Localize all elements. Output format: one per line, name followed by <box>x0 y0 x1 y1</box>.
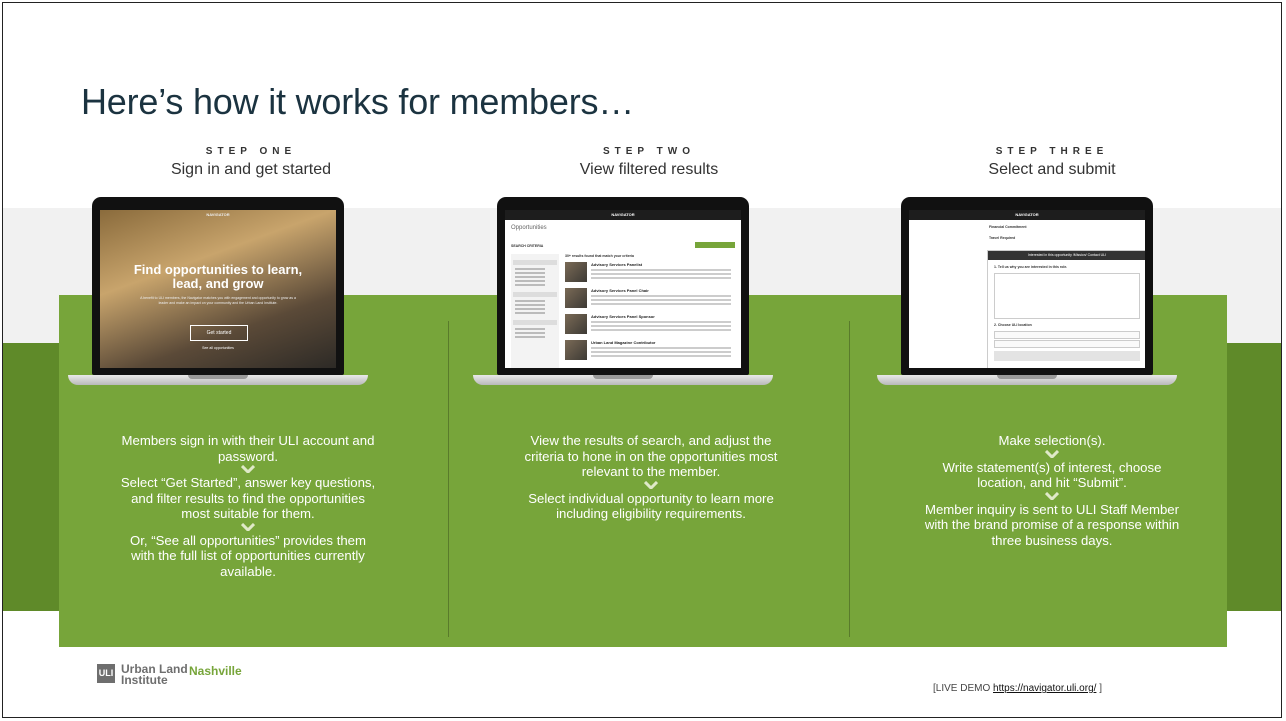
get-started-button: Get started <box>190 325 248 341</box>
result-item: Advisory Services Panel Sponsor <box>565 314 735 336</box>
screen-nav: NAVIGATOR <box>505 210 741 220</box>
result-title: Advisory Services Panel Chair <box>591 288 649 293</box>
description-paragraph: Select “Get Started”, answer key questio… <box>120 475 376 521</box>
logo-mark: ULI <box>97 664 115 683</box>
screen-nav: NAVIGATOR <box>909 210 1145 220</box>
live-demo-note: [LIVE DEMO https://navigator.uli.org/ ] <box>933 683 1102 694</box>
results-screenshot: NAVIGATOR Opportunities SEARCH CRITERIA … <box>505 210 741 368</box>
slide-frame: Here’s how it works for members… STEP ON… <box>2 2 1282 718</box>
screen-field-label: Travel Required <box>989 236 1016 240</box>
contact-modal: Interested in this opportunity /Mission/… <box>987 250 1145 368</box>
laptop-notch <box>188 375 248 379</box>
result-thumbnail <box>565 340 587 360</box>
description-paragraph: Make selection(s). <box>998 433 1106 448</box>
description-paragraph: Write statement(s) of interest, choose l… <box>942 459 1162 491</box>
description-paragraph: Or, “See all opportunities” provides the… <box>129 532 367 579</box>
screen-nav: NAVIGATOR <box>206 212 230 217</box>
chevron-down-icon <box>241 465 255 473</box>
modal-question-2: 2. Choose ULI location <box>994 323 1032 327</box>
screen-results-title: 30+ results found that match your criter… <box>565 254 634 258</box>
step-three-description: Make selection(s). Write statement(s) of… <box>922 433 1182 548</box>
column-divider <box>849 321 850 637</box>
modal-title: Interested in this opportunity /Mission/… <box>988 251 1145 260</box>
see-all-link: See all opportunities <box>202 346 234 350</box>
result-thumbnail <box>565 314 587 334</box>
demo-prefix: [LIVE DEMO <box>933 683 994 694</box>
step-three-header: STEP THREE Select and submit <box>902 146 1202 179</box>
screen-search-criteria: SEARCH CRITERIA <box>511 244 544 248</box>
step-subtitle: Select and submit <box>988 161 1116 178</box>
modal-textarea <box>994 273 1140 319</box>
step-two-header: STEP TWO View filtered results <box>499 146 799 179</box>
laptop-step-one: NAVIGATOR Find opportunities to learn, l… <box>68 197 368 397</box>
description-paragraph: Select individual opportunity to learn m… <box>528 490 774 522</box>
step-one-description: Members sign in with their ULI account a… <box>118 433 378 579</box>
screen-field-label: Financial Commitment <box>989 225 1027 229</box>
result-title: Advisory Services Panel Sponsor <box>591 314 655 319</box>
demo-suffix: ] <box>1096 683 1102 694</box>
modal-select <box>994 340 1140 348</box>
step-two-description: View the results of search, and adjust t… <box>521 433 781 522</box>
chevron-down-icon <box>1045 491 1059 500</box>
step-label: STEP ONE <box>205 146 297 157</box>
column-divider <box>448 321 449 637</box>
description-paragraph: Members sign in with their ULI account a… <box>121 433 375 464</box>
screen-search-button <box>695 242 735 248</box>
step-label: STEP THREE <box>995 146 1109 157</box>
chevron-down-icon <box>1045 449 1059 458</box>
navigator-link[interactable]: https://navigator.uli.org/ <box>993 683 1096 694</box>
description-paragraph: Member inquiry is sent to ULI Staff Memb… <box>924 501 1180 548</box>
slide-title: Here’s how it works for members… <box>81 81 635 122</box>
result-title: Urban Land Magazine Contributor <box>591 340 656 345</box>
laptop-step-two: NAVIGATOR Opportunities SEARCH CRITERIA … <box>473 197 773 397</box>
screen-filter-sidebar <box>511 254 559 368</box>
signin-screenshot: NAVIGATOR Find opportunities to learn, l… <box>100 210 336 368</box>
screen-body: A benefit to ULI members, the Navigator … <box>140 296 296 305</box>
step-subtitle: Sign in and get started <box>170 161 332 178</box>
logo-nashville: Nashville <box>189 664 242 678</box>
result-thumbnail <box>565 288 587 308</box>
result-item: Advisory Services Panel Chair <box>565 288 735 310</box>
laptop-notch <box>593 375 653 379</box>
description-paragraph: View the results of search, and adjust t… <box>524 433 778 479</box>
laptop-lid: NAVIGATOR Financial Commitment Travel Re… <box>901 197 1153 375</box>
laptop-step-three: NAVIGATOR Financial Commitment Travel Re… <box>877 197 1177 397</box>
result-item: Advisory Services Panelist <box>565 262 735 284</box>
modal-select <box>994 331 1140 339</box>
result-item: Urban Land Magazine Contributor <box>565 340 735 362</box>
result-title: Advisory Services Panelist <box>591 262 643 267</box>
submit-screenshot: NAVIGATOR Financial Commitment Travel Re… <box>909 210 1145 368</box>
laptop-screen: NAVIGATOR Find opportunities to learn, l… <box>100 210 336 368</box>
laptop-lid: NAVIGATOR Find opportunities to learn, l… <box>92 197 344 375</box>
laptop-lid: NAVIGATOR Opportunities SEARCH CRITERIA … <box>497 197 749 375</box>
modal-submit-button <box>994 351 1140 361</box>
laptop-notch <box>997 375 1057 379</box>
screen-page-title: Opportunities <box>511 225 547 231</box>
chevron-down-icon <box>241 522 255 531</box>
modal-question-1: 1. Tell us why you are interested in thi… <box>994 265 1068 269</box>
step-one-header: STEP ONE Sign in and get started <box>101 146 401 179</box>
result-thumbnail <box>565 262 587 282</box>
step-label: STEP TWO <box>602 146 696 157</box>
step-subtitle: View filtered results <box>579 161 719 178</box>
screen-heading: Find opportunities to learn, lead, and g… <box>133 262 303 291</box>
chevron-down-icon <box>644 480 658 489</box>
